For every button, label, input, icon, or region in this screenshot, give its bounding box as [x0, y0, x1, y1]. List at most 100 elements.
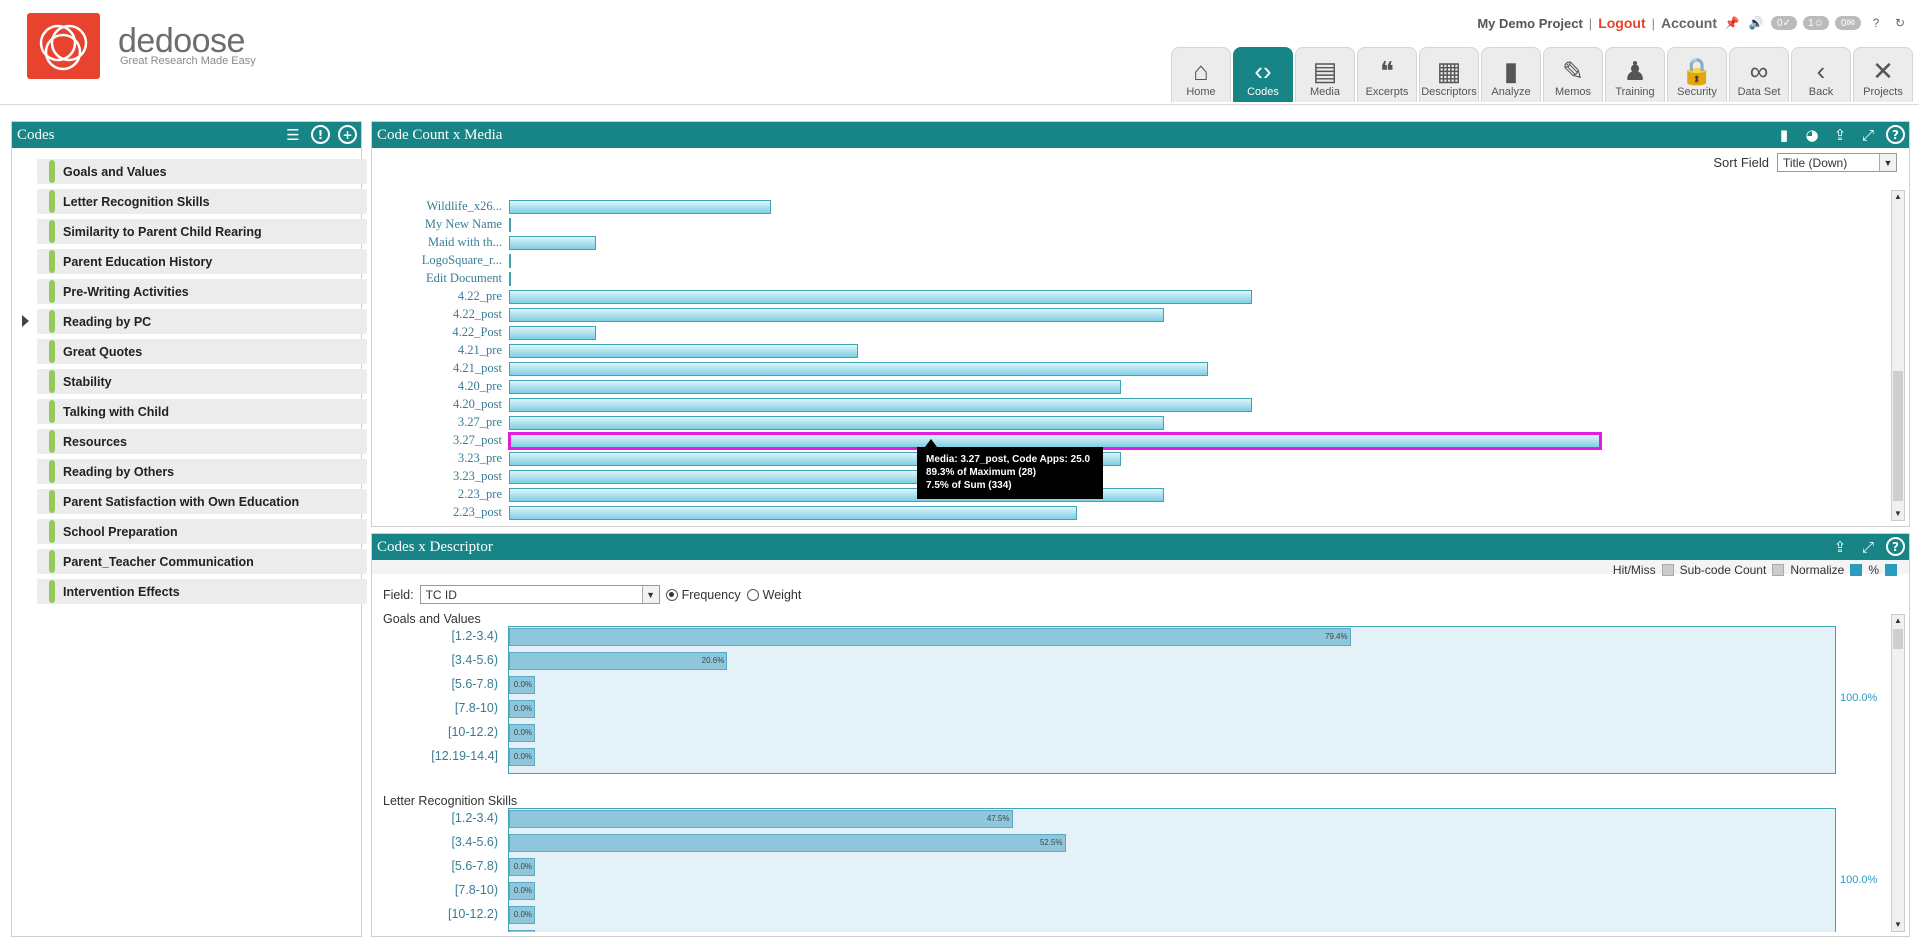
weight-radio[interactable]: Weight [746, 588, 801, 602]
code-item[interactable]: Reading by PC [37, 309, 367, 334]
media-label[interactable]: 4.20_pre [382, 379, 502, 394]
code-item[interactable]: Goals and Values [37, 159, 367, 184]
media-bar[interactable] [509, 416, 1165, 430]
descriptor-bar[interactable]: 0.0% [509, 906, 535, 924]
export-icon[interactable]: ⇪ [1830, 125, 1850, 145]
code-item[interactable]: Parent Education History [37, 249, 367, 274]
code-item[interactable]: Talking with Child [37, 399, 367, 424]
media-label[interactable]: 3.27_post [382, 433, 502, 448]
media-label[interactable]: 4.21_pre [382, 343, 502, 358]
media-label[interactable]: 4.22_post [382, 307, 502, 322]
code-item[interactable]: Parent Satisfaction with Own Education [37, 489, 367, 514]
media-label[interactable]: 3.23_pre [382, 451, 502, 466]
media-bar[interactable] [509, 236, 597, 250]
code-item[interactable]: Resources [37, 429, 367, 454]
media-label[interactable]: Wildlife_x26... [382, 199, 502, 214]
scroll-thumb[interactable] [1893, 629, 1903, 649]
logout-link[interactable]: Logout [1598, 15, 1645, 31]
descriptor-bar[interactable]: 0.0% [509, 858, 535, 876]
nav-projects[interactable]: ✕ Projects [1853, 47, 1913, 102]
refresh-icon[interactable]: ↻ [1891, 14, 1909, 32]
code-item[interactable]: Parent_Teacher Communication [37, 549, 367, 574]
media-label[interactable]: My New Name [382, 217, 502, 232]
scroll-up-icon[interactable]: ▲ [1892, 615, 1904, 627]
nav-analyze[interactable]: ▮ Analyze [1481, 47, 1541, 102]
nav-descriptors[interactable]: ▦ Descriptors [1419, 47, 1479, 102]
media-bar[interactable] [509, 344, 859, 358]
media-label[interactable]: 2.23_post [382, 505, 502, 520]
media-bar[interactable] [509, 272, 511, 286]
descriptor-range-label[interactable]: [5.6-7.8) [378, 859, 498, 873]
media-label[interactable]: 4.22_Post [382, 325, 502, 340]
media-label[interactable]: Maid with th... [382, 235, 502, 250]
subcode-toggle[interactable] [1772, 564, 1785, 576]
sort-field-select[interactable]: Title (Down) ▼ [1777, 153, 1897, 172]
hit-miss-toggle[interactable] [1661, 564, 1674, 576]
descriptor-bar[interactable]: 0.0% [509, 882, 535, 900]
media-bar[interactable] [509, 362, 1208, 376]
media-label[interactable]: 2.23_pre [382, 487, 502, 502]
media-label[interactable]: LogoSquare_r... [382, 253, 502, 268]
descriptor-bar[interactable]: 0.0% [509, 748, 535, 766]
code-item[interactable]: Reading by Others [37, 459, 367, 484]
expand-icon[interactable]: ⤢ [1858, 537, 1878, 557]
media-bar[interactable] [509, 308, 1165, 322]
chart1-scrollbar[interactable]: ▲ ▼ [1891, 190, 1905, 521]
chart2-scrollbar[interactable]: ▲ ▼ [1891, 614, 1905, 932]
help-circle-icon[interactable]: ? [1886, 125, 1905, 144]
code-item[interactable]: School Preparation [37, 519, 367, 544]
nav-home[interactable]: ⌂ Home [1171, 47, 1231, 102]
tasks-badge[interactable]: 0 ✓ [1771, 16, 1797, 30]
expand-icon[interactable]: ⤢ [1858, 125, 1878, 145]
descriptor-bar[interactable]: 52.5% [509, 834, 1066, 852]
descriptor-range-label[interactable]: [10-12.2) [378, 725, 498, 739]
nav-excerpts[interactable]: ❝ Excerpts [1357, 47, 1417, 102]
media-bar[interactable] [509, 218, 511, 232]
descriptor-bar[interactable]: 20.6% [509, 652, 728, 670]
descriptor-bar[interactable]: 0.0% [509, 724, 535, 742]
normalize-toggle[interactable] [1850, 564, 1863, 576]
descriptor-range-label[interactable]: [3.4-5.6) [378, 653, 498, 667]
code-item[interactable]: Letter Recognition Skills [37, 189, 367, 214]
descriptor-range-label[interactable]: [10-12.2) [378, 907, 498, 921]
code-item[interactable]: Pre-Writing Activities [37, 279, 367, 304]
descriptor-bar[interactable]: 47.5% [509, 810, 1013, 828]
descriptor-bar[interactable]: 0.0% [509, 700, 535, 718]
scroll-up-icon[interactable]: ▲ [1892, 191, 1904, 203]
code-item[interactable]: Stability [37, 369, 367, 394]
help-icon[interactable]: ? [1867, 14, 1885, 32]
pie-chart-icon[interactable]: ◕ [1802, 125, 1822, 145]
descriptor-range-label[interactable]: [7.8-10) [378, 883, 498, 897]
descriptor-range-label[interactable]: [5.6-7.8) [378, 677, 498, 691]
code-item[interactable]: Intervention Effects [37, 579, 367, 604]
bar-chart-icon[interactable]: ▮ [1774, 125, 1794, 145]
expand-caret-icon[interactable] [22, 315, 29, 327]
nav-back[interactable]: ‹ Back [1791, 47, 1851, 102]
frequency-radio[interactable]: Frequency [665, 588, 741, 602]
code-item[interactable]: Similarity to Parent Child Rearing [37, 219, 367, 244]
nav-memos[interactable]: ✎ Memos [1543, 47, 1603, 102]
nav-media[interactable]: ▤ Media [1295, 47, 1355, 102]
descriptor-range-label[interactable]: [1.2-3.4) [378, 629, 498, 643]
media-label[interactable]: 4.21_post [382, 361, 502, 376]
project-name[interactable]: My Demo Project [1477, 16, 1582, 31]
nav-data-set[interactable]: ∞ Data Set [1729, 47, 1789, 102]
users-badge[interactable]: 1 ☺ [1803, 16, 1829, 30]
media-label[interactable]: 4.22_pre [382, 289, 502, 304]
media-bar[interactable] [509, 254, 511, 268]
nav-codes[interactable]: ‹› Codes [1233, 47, 1293, 102]
descriptor-bar[interactable]: 79.4% [509, 628, 1351, 646]
dedoose-logo[interactable] [27, 13, 100, 79]
nav-security[interactable]: 🔒 Security [1667, 47, 1727, 102]
descriptor-bar[interactable]: 0.0% [509, 930, 535, 932]
descriptor-range-label[interactable]: [12.19-14.4] [378, 931, 498, 932]
add-code-icon[interactable]: + [338, 125, 357, 144]
scroll-down-icon[interactable]: ▼ [1892, 508, 1904, 520]
media-bar[interactable] [509, 380, 1121, 394]
export-icon[interactable]: ⇪ [1830, 537, 1850, 557]
nav-training[interactable]: ♟ Training [1605, 47, 1665, 102]
descriptor-bar[interactable]: 0.0% [509, 676, 535, 694]
media-label[interactable]: 4.20_post [382, 397, 502, 412]
media-bar[interactable] [509, 326, 597, 340]
media-label[interactable]: 3.27_pre [382, 415, 502, 430]
